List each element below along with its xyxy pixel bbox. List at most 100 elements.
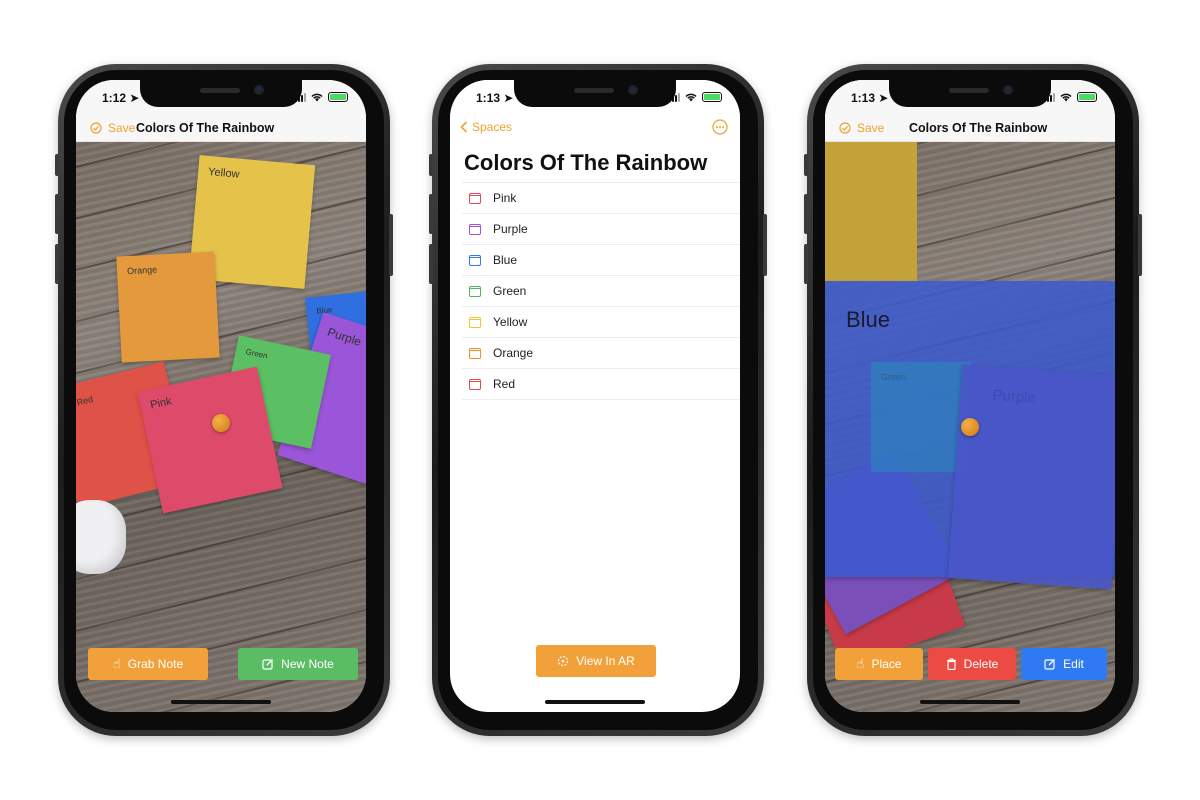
notch: [140, 80, 302, 107]
note-label: Green: [881, 372, 907, 382]
status-time: 1:13 ➤: [851, 91, 889, 105]
screen: 1:13 ➤ Save Colors Of The Rainbow Blue G…: [825, 80, 1115, 712]
volume-up-button: [55, 194, 59, 234]
home-indicator: [171, 700, 271, 704]
place-button[interactable]: ☝ Place: [835, 648, 923, 680]
notch: [514, 80, 676, 107]
note-label: Yellow: [207, 166, 241, 181]
power-button: [389, 214, 393, 276]
list-item-label: Yellow: [493, 315, 528, 329]
list-item-label: Purple: [493, 222, 528, 236]
chevron-left-icon: [460, 121, 468, 133]
list-item-label: Pink: [493, 191, 517, 205]
list-item-label: Orange: [493, 346, 534, 360]
list-item-label: Red: [493, 377, 516, 391]
phone-list-view: 1:13 ➤ Spaces Colors Of The Rainbow Pink…: [429, 64, 767, 736]
save-button[interactable]: Save: [90, 121, 135, 135]
volume-down-button: [55, 244, 59, 284]
note-icon: [469, 347, 481, 359]
phone-ar-edit: 1:13 ➤ Save Colors Of The Rainbow Blue G…: [804, 64, 1142, 736]
view-in-ar-label: View In AR: [576, 654, 635, 668]
list-item-label: Green: [493, 284, 527, 298]
home-indicator: [545, 700, 645, 704]
note-label: Purple: [992, 386, 1037, 407]
delete-button[interactable]: Delete: [928, 648, 1016, 680]
edit-button[interactable]: Edit: [1021, 648, 1107, 680]
mute-switch: [429, 154, 433, 176]
checkmark-circle-icon: [90, 122, 102, 134]
note-label: Purple: [325, 324, 364, 349]
note-purple[interactable]: Purple: [947, 364, 1115, 590]
note-label: Blue: [846, 307, 891, 332]
status-time: 1:12 ➤: [102, 91, 140, 105]
compose-icon: [262, 659, 274, 670]
battery-charging-icon: [702, 92, 722, 102]
page-title: Colors Of The Rainbow: [464, 150, 708, 175]
list-item[interactable]: Orange: [462, 338, 740, 369]
notch: [889, 80, 1051, 107]
note-icon: [469, 192, 481, 204]
note-icon: [469, 223, 481, 235]
volume-up-button: [429, 194, 433, 234]
nav-bar: Save Colors Of The Rainbow: [76, 116, 366, 142]
mute-switch: [804, 154, 808, 176]
ar-camera-view[interactable]: Yellow Orange Blue Purple Green Red Pink…: [76, 142, 366, 712]
note-yellow[interactable]: [825, 142, 917, 282]
wifi-icon: [1060, 93, 1072, 101]
save-button[interactable]: Save: [839, 121, 884, 135]
earbuds-case-object: [76, 500, 126, 574]
screen: 1:12 ➤ Save Colors Of The Rainbow Yellow…: [76, 80, 366, 712]
screen: 1:13 ➤ Spaces Colors Of The Rainbow Pink…: [450, 80, 740, 712]
note-label: Pink: [149, 395, 173, 412]
delete-label: Delete: [963, 657, 999, 671]
list-item[interactable]: Green: [462, 276, 740, 307]
power-button: [763, 214, 767, 276]
power-button: [1138, 214, 1142, 276]
list-item[interactable]: Yellow: [462, 307, 740, 338]
back-button[interactable]: Spaces: [460, 120, 512, 134]
ar-camera-view[interactable]: Blue Green Purple ☝ Place Delete Edit: [825, 142, 1115, 712]
checkmark-circle-icon: [839, 122, 851, 134]
phone-ar-overview: 1:12 ➤ Save Colors Of The Rainbow Yellow…: [55, 64, 393, 736]
space-title: Colors Of The Rainbow: [909, 121, 1048, 135]
nav-bar: Save Colors Of The Rainbow: [825, 116, 1115, 142]
compose-icon: [1044, 659, 1056, 670]
hand-pointer-icon: ☝: [112, 656, 121, 671]
anchor-point: [212, 414, 230, 432]
note-label: Orange: [126, 264, 158, 277]
note-orange[interactable]: Orange: [116, 251, 220, 363]
edit-label: Edit: [1063, 657, 1084, 671]
note-icon: [469, 254, 481, 266]
note-icon: [469, 285, 481, 297]
hand-pointer-icon: ☝: [856, 656, 865, 671]
more-options-icon[interactable]: [712, 119, 728, 135]
note-label: Red: [76, 393, 95, 408]
save-label: Save: [857, 121, 885, 135]
grab-note-label: Grab Note: [127, 657, 184, 671]
view-in-ar-button[interactable]: View In AR: [536, 645, 656, 677]
place-label: Place: [871, 657, 902, 671]
back-label: Spaces: [472, 120, 513, 134]
list-item[interactable]: Purple: [462, 214, 740, 245]
wifi-icon: [685, 93, 697, 101]
mute-switch: [55, 154, 59, 176]
note-icon: [469, 316, 481, 328]
note-pink[interactable]: Pink: [137, 366, 283, 514]
status-time: 1:13 ➤: [476, 91, 514, 105]
anchor-point: [961, 418, 979, 436]
list-item[interactable]: Pink: [462, 183, 740, 214]
new-note-button[interactable]: New Note: [238, 648, 358, 680]
volume-down-button: [804, 244, 808, 284]
list-item[interactable]: Red: [462, 369, 740, 400]
home-indicator: [920, 700, 1020, 704]
list-item[interactable]: Blue: [462, 245, 740, 276]
volume-down-button: [429, 244, 433, 284]
space-title: Colors Of The Rainbow: [136, 121, 275, 135]
note-icon: [469, 378, 481, 390]
wifi-icon: [311, 93, 323, 101]
save-label: Save: [108, 121, 136, 135]
volume-up-button: [804, 194, 808, 234]
grab-note-button[interactable]: ☝ Grab Note: [88, 648, 208, 680]
notes-list: Pink Purple Blue Green Yellow Orange Red: [462, 182, 740, 400]
note-label: Green: [244, 347, 269, 361]
